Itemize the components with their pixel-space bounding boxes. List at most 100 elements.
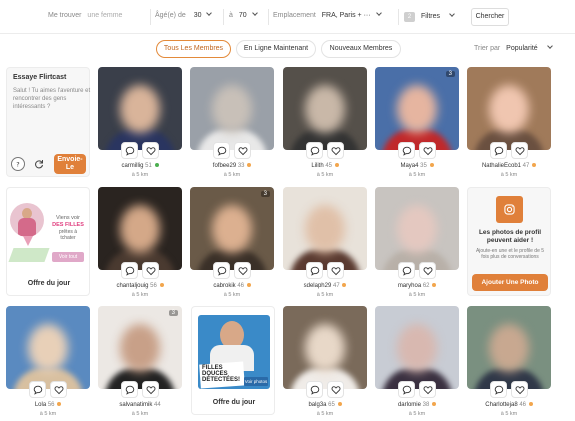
camera-icon [504,204,515,215]
chat-button[interactable] [213,262,230,279]
heart-icon [515,385,524,394]
member-card[interactable]: 3 cabrokik 46 à 5 km [190,187,274,302]
member-name[interactable]: fofbee29 33 [190,163,274,169]
like-button[interactable] [419,142,436,159]
more-filters-button[interactable]: 2 Filtres [404,11,455,22]
chat-button[interactable] [490,142,507,159]
location-filter[interactable]: Emplacement FRA, Paris + ··· [273,10,382,19]
like-button[interactable] [327,381,344,398]
member-card[interactable]: maryhoa 62 à 5 km [375,187,459,302]
member-card[interactable]: 3 Maya4 35 à 5 km [375,67,459,182]
member-name[interactable]: NathalieEcob1 47 [467,163,551,169]
age-min-filter[interactable]: Âgé(e) de 30 [155,10,213,19]
like-button[interactable] [234,142,251,159]
add-photo-button[interactable]: Ajouter Une Photo [472,274,548,291]
chat-button[interactable] [306,142,323,159]
member-card[interactable]: Lilith 45 à 5 km [283,67,367,182]
tab-online-now[interactable]: En Ligne Maintenant [236,40,316,58]
like-button[interactable] [142,142,159,159]
like-button[interactable] [234,262,251,279]
online-status-dot [154,163,159,167]
member-card[interactable]: 3 salvanatimik 44 à 5 km [98,306,182,421]
offer-card-2[interactable]: FILLES DOUCES DÉTECTÉES! Voir photos Off… [191,306,275,415]
gender-filter[interactable]: Me trouver une femme [48,12,122,19]
like-button[interactable] [50,381,67,398]
member-name[interactable]: darlomie 38 [375,402,459,408]
tab-all-members[interactable]: Tous Les Membres [156,40,231,58]
member-card[interactable]: chantaljouig 56 à 5 km [98,187,182,302]
member-card[interactable]: darlomie 38 à 5 km [375,306,459,421]
chat-button[interactable] [306,262,323,279]
member-photo[interactable] [190,67,274,150]
member-photo[interactable] [98,187,182,270]
member-age: 35 [420,163,427,169]
member-photo[interactable]: 3 [98,306,182,389]
chat-button[interactable] [29,381,46,398]
member-photo[interactable] [467,306,551,389]
gender-filter-label: Me trouver [48,12,82,19]
member-card[interactable]: Lola 56 à 5 km [6,306,90,421]
like-button[interactable] [511,381,528,398]
member-username: Lola [34,402,47,408]
like-button[interactable] [419,381,436,398]
member-name[interactable]: maryhoa 62 [375,283,459,289]
like-button[interactable] [511,142,528,159]
member-photo[interactable] [467,67,551,150]
member-name[interactable]: Charlotteja8 46 [467,402,551,408]
member-photo[interactable] [375,306,459,389]
like-button[interactable] [142,262,159,279]
member-photo[interactable] [6,306,90,389]
member-name[interactable]: Maya4 35 [375,163,459,169]
chat-button[interactable] [398,381,415,398]
member-photo[interactable]: 3 [375,67,459,150]
member-card[interactable]: sdelaph29 47 à 5 km [283,187,367,302]
chat-button[interactable] [398,142,415,159]
member-name[interactable]: Lola 56 [6,402,90,408]
member-card[interactable]: Charlotteja8 46 à 5 km [467,306,551,421]
member-photo[interactable] [283,187,367,270]
member-photo[interactable]: 3 [190,187,274,270]
member-photo[interactable] [98,67,182,150]
help-button[interactable]: ? [11,157,25,171]
member-card[interactable]: carmillig 51 à 5 km [98,67,182,182]
member-name[interactable]: chantaljouig 56 [98,283,182,289]
chat-button[interactable] [213,142,230,159]
member-name[interactable]: salvanatimik 44 [98,402,182,408]
member-name[interactable]: carmillig 51 [98,163,182,169]
chat-button[interactable] [306,381,323,398]
member-photo[interactable] [283,306,367,389]
chat-button[interactable] [121,262,138,279]
like-button[interactable] [419,262,436,279]
chat-button[interactable] [398,262,415,279]
member-name[interactable]: balg3a 65 [283,402,367,408]
like-button[interactable] [327,262,344,279]
like-button[interactable] [142,381,159,398]
offer-view-photos-button[interactable]: Voir photos [244,377,268,386]
refresh-button[interactable] [32,157,46,171]
member-card[interactable]: NathalieEcob1 47 à 5 km [467,67,551,182]
search-button[interactable]: Chercher [471,8,509,26]
chat-button[interactable] [490,381,507,398]
refresh-icon [35,160,43,169]
offer-card-1[interactable]: Viens voir DES FILLES prêtes à tchater V… [6,187,90,296]
chat-bubble-icon [310,266,319,276]
like-button[interactable] [327,142,344,159]
heart-icon [238,266,247,275]
member-photo[interactable] [375,187,459,270]
age-max-filter[interactable]: à 70 [229,10,258,19]
member-name[interactable]: Lilith 45 [283,163,367,169]
member-card[interactable]: fofbee29 33 à 5 km [190,67,274,182]
offer-title: Offre du jour [27,280,71,287]
offer-view-all-button[interactable]: Voir tout [52,252,84,262]
sort-select[interactable]: Trier par Popularité [474,43,553,52]
tab-new-members[interactable]: Nouveaux Membres [321,40,401,58]
member-name[interactable]: cabrokik 46 [190,283,274,289]
send-flirtcast-button[interactable]: Envoie-Le [54,154,86,174]
heart-icon [146,266,155,275]
member-name[interactable]: sdelaph29 47 [283,283,367,289]
chat-button[interactable] [121,142,138,159]
member-photo[interactable] [283,67,367,150]
offer-text-1: Viens voir [55,215,81,221]
chat-button[interactable] [121,381,138,398]
member-card[interactable]: balg3a 65 à 5 km [283,306,367,421]
